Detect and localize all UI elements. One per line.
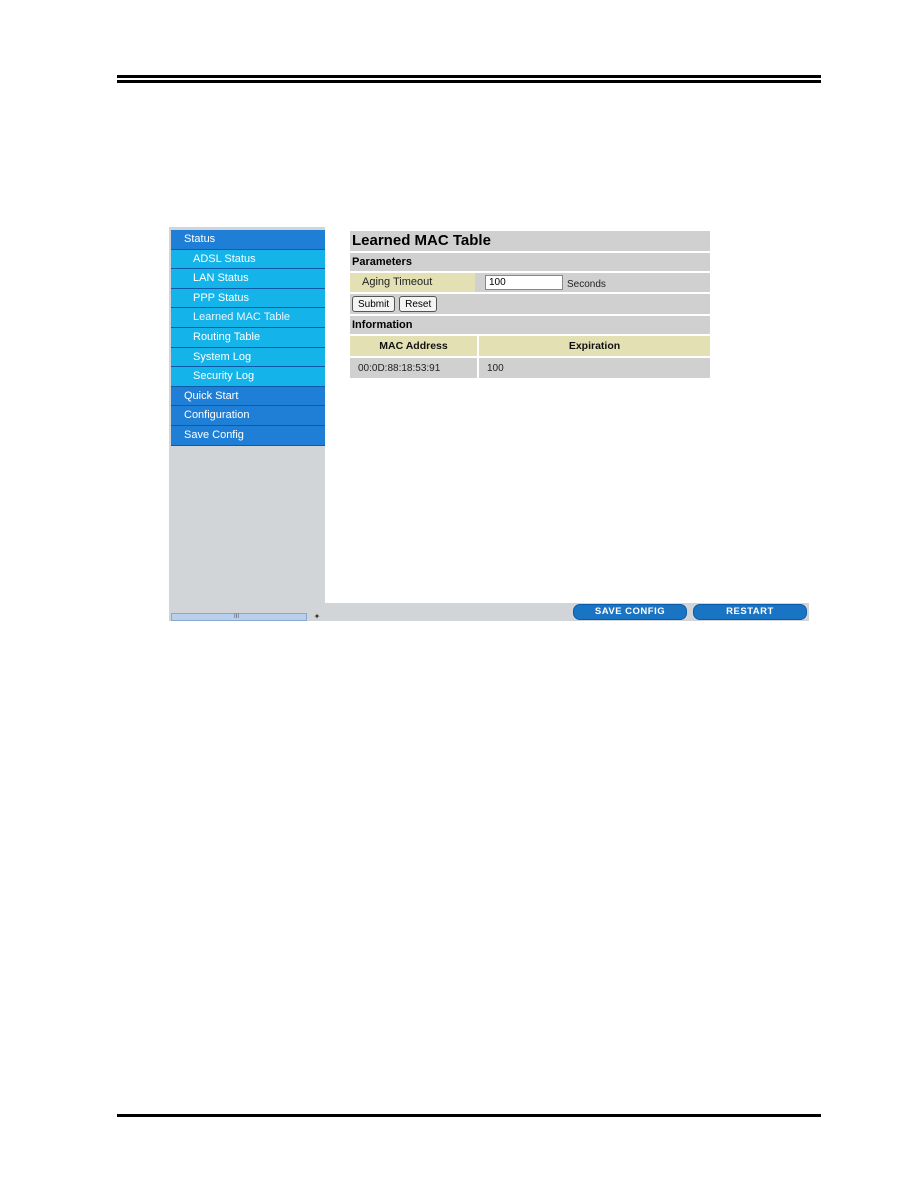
reset-button[interactable]: Reset	[399, 296, 438, 312]
sidebar-item-system-log[interactable]: System Log	[171, 347, 325, 368]
sidebar-item-routing-table[interactable]: Routing Table	[171, 327, 325, 348]
page-title: Learned MAC Table	[350, 231, 710, 251]
aging-timeout-unit: Seconds	[567, 278, 606, 290]
parameters-heading: Parameters	[350, 253, 710, 271]
submit-button[interactable]: Submit	[352, 296, 396, 312]
router-web-ui: Status ADSL Status LAN Status PPP Status…	[169, 227, 809, 621]
sidebar-item-status[interactable]: Status	[171, 230, 325, 250]
restart-button[interactable]: RESTART	[693, 604, 807, 620]
footer-rule	[117, 1114, 821, 1117]
footer-bar: SAVE CONFIG RESTART	[325, 603, 809, 621]
sidebar-item-lan-status[interactable]: LAN Status	[171, 269, 325, 289]
table-row: 00:0D:88:18:53:91 100	[350, 356, 710, 378]
aging-timeout-label: Aging Timeout	[350, 273, 475, 292]
main-content: Learned MAC Table Parameters Aging Timeo…	[325, 227, 809, 603]
resize-tool-icon[interactable]: ✦	[311, 613, 323, 621]
expiration-cell: 100	[478, 356, 710, 378]
scrollbar-thumb-grip[interactable]: III	[234, 614, 239, 620]
sidebar-horizontal-scrollbar[interactable]: III	[171, 613, 307, 621]
aging-timeout-input[interactable]	[485, 275, 563, 290]
header-rule-thick	[117, 75, 821, 78]
sidebar: Status ADSL Status LAN Status PPP Status…	[169, 227, 325, 621]
save-config-button[interactable]: SAVE CONFIG	[573, 604, 687, 620]
learned-mac-panel: Learned MAC Table Parameters Aging Timeo…	[350, 231, 710, 378]
aging-timeout-row: Aging Timeout Seconds	[350, 273, 710, 292]
mac-table-header: MAC Address Expiration	[350, 336, 710, 357]
mac-table: MAC Address Expiration 00:0D:88:18:53:91…	[350, 336, 710, 378]
column-header-expiration: Expiration	[478, 336, 710, 357]
sidebar-item-ppp-status[interactable]: PPP Status	[171, 288, 325, 309]
sidebar-item-adsl-status[interactable]: ADSL Status	[171, 249, 325, 270]
sidebar-nav: Status ADSL Status LAN Status PPP Status…	[171, 230, 325, 446]
header-rule-thin	[117, 80, 821, 83]
aging-timeout-value-cell: Seconds	[475, 273, 710, 292]
information-heading: Information	[350, 316, 710, 334]
column-header-mac-address: MAC Address	[350, 336, 479, 357]
sidebar-item-save-config[interactable]: Save Config	[171, 425, 325, 446]
sidebar-item-learned-mac-table[interactable]: Learned MAC Table	[171, 308, 325, 328]
sidebar-item-quick-start[interactable]: Quick Start	[171, 386, 325, 407]
parameter-buttons-row: Submit Reset	[350, 294, 710, 314]
mac-address-cell: 00:0D:88:18:53:91	[350, 356, 479, 378]
sidebar-item-configuration[interactable]: Configuration	[171, 406, 325, 426]
sidebar-item-security-log[interactable]: Security Log	[171, 367, 325, 387]
